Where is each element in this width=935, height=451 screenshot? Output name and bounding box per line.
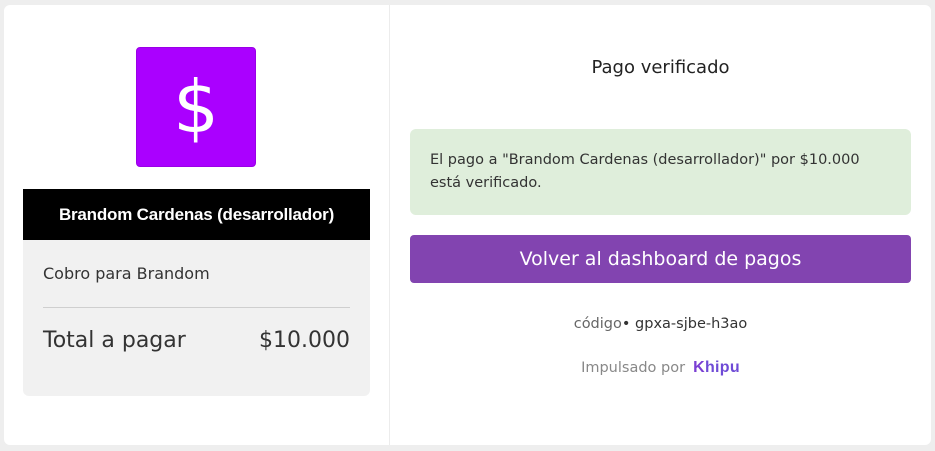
merchant-logo: $ bbox=[136, 47, 256, 167]
payment-code-label: código bbox=[573, 316, 622, 332]
total-row: Total a pagar $10.000 bbox=[43, 328, 350, 353]
payment-card: $ Brandom Cardenas (desarrollador) Cobro… bbox=[4, 5, 931, 445]
khipu-logo-rest: hipu bbox=[704, 359, 740, 376]
merchant-name-bar: Brandom Cardenas (desarrollador) bbox=[23, 189, 370, 240]
order-summary: Cobro para Brandom Total a pagar $10.000 bbox=[23, 240, 370, 396]
payment-code-value: gpxa-sjbe-h3ao bbox=[635, 316, 748, 332]
merchant-name: Brandom Cardenas (desarrollador) bbox=[58, 204, 335, 224]
payment-subject: Cobro para Brandom bbox=[43, 264, 210, 283]
payment-summary-panel: $ Brandom Cardenas (desarrollador) Cobro… bbox=[4, 5, 390, 445]
total-amount: $10.000 bbox=[259, 328, 350, 353]
khipu-logo-k: K bbox=[693, 359, 705, 376]
total-label: Total a pagar bbox=[43, 328, 186, 353]
dollar-icon: $ bbox=[173, 65, 219, 149]
verification-text: El pago a "Brandom Cardenas (desarrollad… bbox=[430, 152, 860, 191]
powered-by-label: Impulsado por bbox=[581, 360, 686, 376]
summary-divider bbox=[43, 307, 350, 308]
payment-code: código• gpxa-sjbe-h3ao bbox=[390, 316, 931, 332]
khipu-logo[interactable]: Khipu bbox=[693, 359, 740, 377]
payment-code-separator: • bbox=[621, 316, 631, 332]
back-to-dashboard-button[interactable]: Volver al dashboard de pagos bbox=[410, 235, 911, 283]
verification-message: El pago a "Brandom Cardenas (desarrollad… bbox=[410, 129, 911, 215]
status-title: Pago verificado bbox=[591, 57, 730, 78]
status-panel: Pago verificado El pago a "Brandom Carde… bbox=[390, 5, 931, 445]
powered-by: Impulsado por Khipu bbox=[390, 359, 931, 377]
